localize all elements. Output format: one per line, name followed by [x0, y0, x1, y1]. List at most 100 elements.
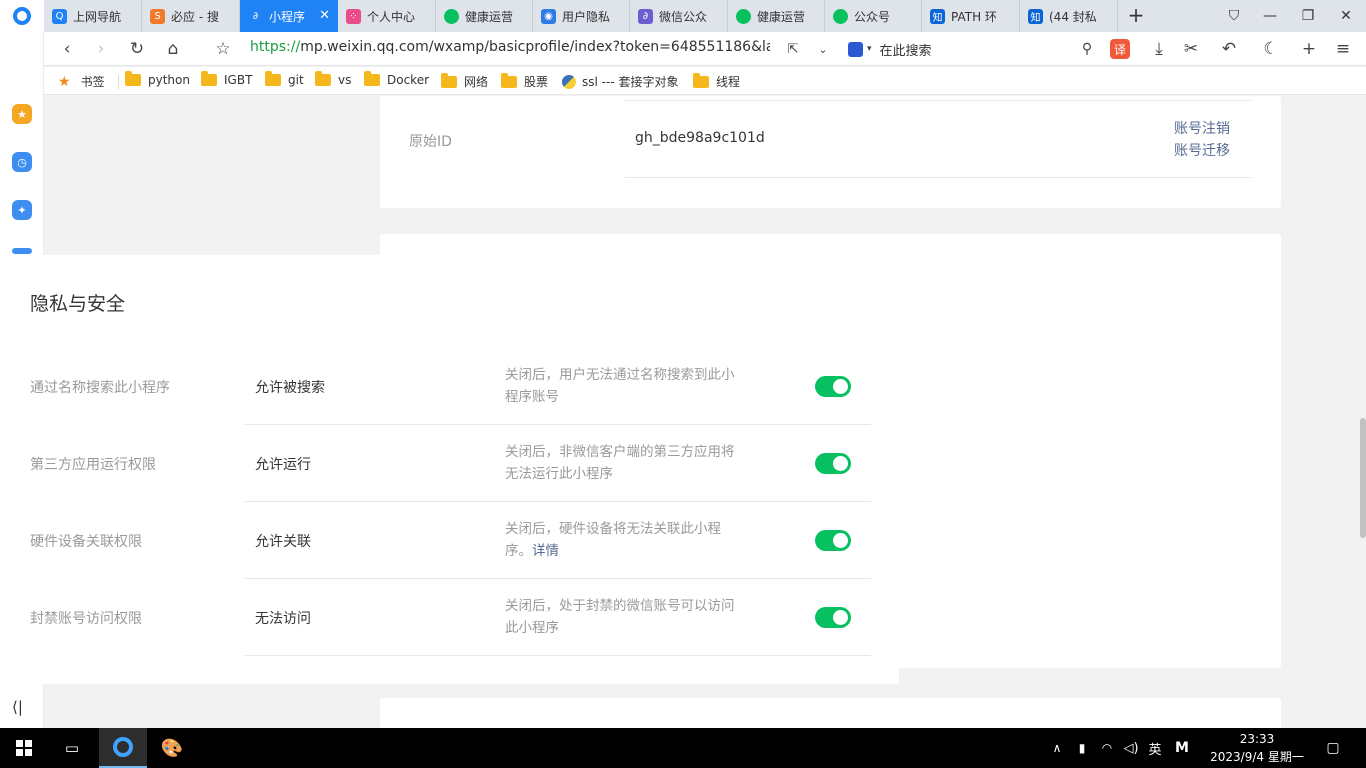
third-party-toggle[interactable] — [815, 453, 851, 474]
search-icon[interactable]: ⚲ — [1076, 38, 1098, 60]
task-view-icon[interactable]: ▭ — [50, 728, 94, 768]
mini-program-icon: ∂ — [638, 8, 653, 24]
refresh-button[interactable]: ↻ — [126, 38, 148, 60]
bookmark-item[interactable]: IGBT — [201, 71, 252, 87]
row-value: 无法访问 — [255, 610, 311, 627]
browser-tab[interactable]: ◉ 用户隐私 — [533, 0, 630, 32]
row-label: 第三方应用运行权限 — [30, 456, 156, 473]
address-bar[interactable]: https://mp.weixin.qq.com/wxamp/basicprof… — [250, 39, 770, 59]
tray-expand-icon[interactable]: ∧ — [1046, 728, 1068, 768]
undo-icon[interactable]: ↶ — [1218, 38, 1240, 60]
engine-caret-icon[interactable]: ▾ — [867, 44, 872, 54]
download-icon[interactable]: ⤓ — [1148, 38, 1170, 60]
tab-label: 健康运营 — [757, 9, 806, 24]
bookmark-label: 股票 — [524, 75, 549, 89]
folder-icon — [201, 71, 217, 86]
shirt-skin-icon[interactable]: ⛉ — [1216, 0, 1252, 32]
home-button[interactable]: ⌂ — [162, 38, 184, 60]
qq-browser-icon — [113, 737, 133, 757]
hardware-toggle[interactable] — [815, 530, 851, 551]
collapse-sidebar-icon[interactable]: ⟨| — [12, 698, 23, 716]
privacy-row-third-party: 第三方应用运行权限 允许运行 关闭后，非微信客户端的第三方应用将无法运行此小程序 — [0, 425, 899, 502]
privacy-row-search: 通过名称搜索此小程序 允许被搜索 关闭后，用户无法通过名称搜索到此小程序账号 — [0, 348, 899, 425]
add-icon[interactable]: + — [1298, 38, 1320, 60]
night-mode-icon[interactable]: ☾ — [1260, 38, 1282, 60]
forward-button[interactable]: › — [90, 38, 112, 60]
url-protocol: https:// — [250, 39, 301, 55]
tab-label: (44 封私 — [1049, 9, 1097, 24]
bookmark-item[interactable]: vs — [315, 71, 351, 87]
folder-icon — [315, 71, 331, 86]
bookmarks-bar: ★ 书签 python IGBT git vs Docker 网络 股票 ssl --- 套接字对… — [44, 67, 1366, 95]
row-description-text: 关闭后，处于封禁的微信账号可以访问此小程序 — [505, 598, 735, 636]
new-tab-button[interactable]: + — [1124, 4, 1148, 28]
folder-icon — [501, 72, 517, 88]
page-scrollbar-thumb[interactable] — [1360, 418, 1366, 538]
wechat-icon: ● — [736, 8, 751, 24]
notification-icon[interactable]: ▢ — [1318, 728, 1348, 768]
privacy-row-banned-accounts: 封禁账号访问权限 无法访问 关闭后，处于封禁的微信账号可以访问此小程序 — [0, 579, 899, 656]
system-clock[interactable]: 23:33 2023/9/4 星期一 — [1198, 730, 1316, 766]
browser-tab[interactable]: ∂ 微信公众 — [630, 0, 728, 32]
volume-icon[interactable]: ◁) — [1120, 728, 1142, 768]
scissors-icon[interactable]: ✂ — [1180, 38, 1202, 60]
ime-mode-icon[interactable]: M — [1170, 728, 1194, 768]
browser-tab[interactable]: Q 上网导航 — [44, 0, 142, 32]
chevron-down-icon[interactable]: ⌄ — [812, 38, 834, 60]
page-scrollbar-track[interactable] — [1360, 96, 1366, 728]
windows-taskbar: ▭ 🎨 ∧ ▮ ◠ ◁) 英 M 23:33 2023/9/4 星期一 ▢ — [0, 728, 1366, 768]
bookmark-item[interactable]: python — [125, 71, 190, 87]
bookmark-item[interactable]: 线程 — [693, 72, 740, 90]
bookmark-item[interactable]: Docker — [364, 71, 429, 87]
bookmark-star-icon[interactable]: ☆ — [212, 38, 234, 60]
tab-label: 小程序 — [269, 9, 306, 24]
bookmark-item[interactable]: ssl --- 套接字对象 — [562, 73, 678, 90]
details-link[interactable]: 详情 — [532, 543, 559, 559]
search-toggle[interactable] — [815, 376, 851, 397]
wifi-icon[interactable]: ◠ — [1096, 728, 1118, 768]
qq-browser-logo[interactable] — [0, 0, 44, 32]
bookmark-label: python — [148, 73, 190, 87]
minimize-button[interactable]: — — [1252, 0, 1288, 32]
battery-icon[interactable]: ▮ — [1070, 728, 1094, 768]
start-button[interactable] — [0, 728, 48, 768]
row-description: 关闭后，非微信客户端的第三方应用将无法运行此小程序 — [505, 441, 741, 485]
close-tab-icon[interactable]: ✕ — [319, 8, 330, 23]
browser-tab[interactable]: 知 PATH 环 — [922, 0, 1020, 32]
more-tools-icon[interactable] — [12, 248, 32, 254]
bookmark-item[interactable]: 股票 — [501, 72, 549, 90]
bookmark-item[interactable]: ★ 书签 — [58, 73, 105, 90]
bookmark-item[interactable]: 网络 — [441, 72, 488, 90]
browser-tab[interactable]: ⁘ 个人中心 — [338, 0, 436, 32]
menu-icon[interactable]: ≡ — [1332, 38, 1354, 60]
browser-tab[interactable]: 知 (44 封私 — [1020, 0, 1118, 32]
bookmark-item[interactable]: git — [265, 71, 304, 87]
zhihu-icon: 知 — [1028, 8, 1043, 24]
banned-access-toggle[interactable] — [815, 607, 851, 628]
restore-button[interactable]: ❐ — [1290, 0, 1326, 32]
share-icon[interactable]: ⇱ — [782, 38, 804, 60]
row-label: 封禁账号访问权限 — [30, 610, 142, 627]
account-cancel-link[interactable]: 账号注销 — [1174, 118, 1230, 138]
browser-tab[interactable]: ∂ 小程序 ✕ — [240, 0, 338, 32]
browser-tab[interactable]: ● 公众号 — [825, 0, 922, 32]
account-migrate-link[interactable]: 账号迁移 — [1174, 140, 1230, 160]
history-icon[interactable]: ◷ — [12, 152, 32, 172]
privacy-title: 隐私与安全 — [30, 293, 126, 315]
row-value: 允许关联 — [255, 533, 311, 550]
taskbar-qq-browser[interactable] — [99, 728, 147, 768]
browser-tab[interactable]: S 必应 - 搜 — [142, 0, 240, 32]
close-window-button[interactable]: ✕ — [1328, 0, 1364, 32]
browser-tab[interactable]: ● 健康运营 — [436, 0, 533, 32]
row-value: 允许被搜索 — [255, 379, 325, 396]
favorites-icon[interactable]: ★ — [12, 104, 32, 124]
browser-tab[interactable]: ● 健康运营 — [728, 0, 825, 32]
back-button[interactable]: ‹ — [56, 38, 78, 60]
ime-indicator[interactable]: 英 — [1144, 728, 1166, 768]
tab-label: 上网导航 — [73, 9, 122, 24]
taskbar-paint-icon[interactable]: 🎨 — [148, 728, 196, 768]
translate-icon[interactable]: 译 — [1110, 39, 1130, 59]
zhihu-icon: 知 — [930, 8, 945, 24]
search-box[interactable]: ▾ 在此搜索 — [848, 38, 1100, 60]
tools-icon[interactable]: ✦ — [12, 200, 32, 220]
